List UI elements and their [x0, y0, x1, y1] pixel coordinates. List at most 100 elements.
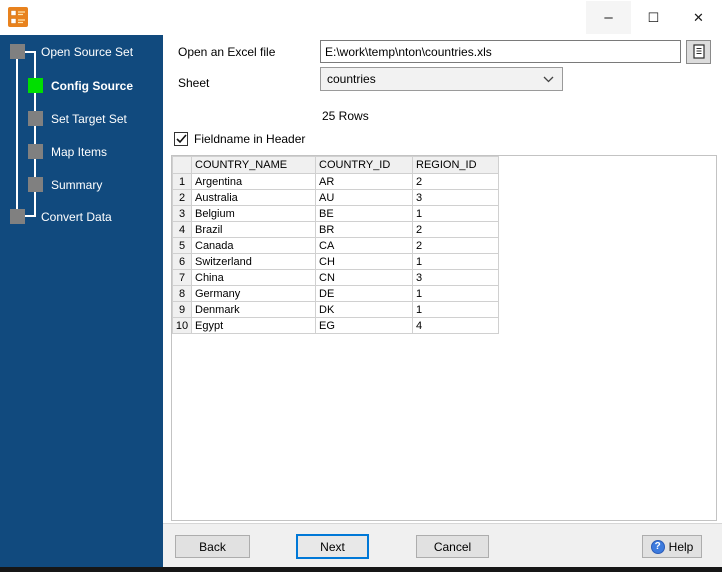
row-count-status: 25 Rows [322, 109, 369, 123]
cell-country-name[interactable]: Argentina [191, 173, 316, 190]
row-number: 8 [172, 285, 192, 302]
cell-region-id[interactable]: 1 [412, 285, 499, 302]
step-marker-square [28, 144, 43, 159]
maximize-button[interactable]: ☐ [631, 1, 676, 34]
step-marker-square [10, 44, 25, 59]
sidebar-step-summary[interactable]: Summary [28, 177, 102, 192]
row-number: 7 [172, 269, 192, 286]
cell-region-id[interactable]: 2 [412, 221, 499, 238]
excel-file-path-input[interactable] [320, 40, 681, 63]
sheet-select[interactable]: countries [320, 67, 563, 91]
table-row[interactable]: 9 Denmark DK 1 [172, 301, 499, 318]
table-row[interactable]: 5 Canada CA 2 [172, 237, 499, 254]
step-label: Map Items [51, 144, 108, 159]
cell-region-id[interactable]: 2 [412, 173, 499, 190]
step-label: Summary [51, 177, 103, 192]
cell-country-name[interactable]: Switzerland [191, 253, 316, 270]
row-number: 2 [172, 189, 192, 206]
step-label: Convert Data [41, 209, 112, 224]
cell-country-name[interactable]: Denmark [191, 301, 316, 318]
cell-country-id[interactable]: EG [315, 317, 413, 334]
cell-country-id[interactable]: AU [315, 189, 413, 206]
cell-country-id[interactable]: DK [315, 301, 413, 318]
help-question-icon: ? [650, 539, 665, 554]
cell-country-id[interactable]: CH [315, 253, 413, 270]
table-row[interactable]: 4 Brazil BR 2 [172, 221, 499, 238]
cell-country-id[interactable]: BR [315, 221, 413, 238]
cell-country-id[interactable]: DE [315, 285, 413, 302]
close-button[interactable]: ✕ [676, 1, 721, 34]
cell-country-name[interactable]: Egypt [191, 317, 316, 334]
window-bottom-edge [0, 567, 722, 572]
table-row[interactable]: 2 Australia AU 3 [172, 189, 499, 206]
cancel-button[interactable]: Cancel [416, 535, 489, 558]
cell-region-id[interactable]: 3 [412, 269, 499, 286]
cell-country-name[interactable]: Brazil [191, 221, 316, 238]
table-row[interactable]: 6 Switzerland CH 1 [172, 253, 499, 270]
fieldname-in-header-option[interactable]: Fieldname in Header [174, 132, 305, 146]
sheet-label: Sheet [178, 76, 210, 90]
grid-corner-cell [172, 156, 192, 174]
cell-region-id[interactable]: 4 [412, 317, 499, 334]
next-button[interactable]: Next [296, 534, 369, 559]
step-marker-square [28, 177, 43, 192]
connector-line [34, 52, 36, 217]
cell-region-id[interactable]: 1 [412, 205, 499, 222]
column-header-region-id[interactable]: REGION_ID [412, 156, 499, 174]
window-controls: – ☐ ✕ [586, 1, 721, 34]
table-row[interactable]: 1 Argentina AR 2 [172, 173, 499, 190]
row-number: 4 [172, 221, 192, 238]
step-label: Open Source Set [41, 44, 134, 59]
table-row[interactable]: 7 China CN 3 [172, 269, 499, 286]
sidebar-step-open-source-set[interactable]: Open Source Set [10, 44, 133, 59]
cell-country-name[interactable]: Belgium [191, 205, 316, 222]
table-row[interactable]: 10 Egypt EG 4 [172, 317, 499, 334]
header-row: COUNTRY_NAME COUNTRY_ID REGION_ID [172, 156, 499, 174]
table-row[interactable]: 8 Germany DE 1 [172, 285, 499, 302]
sidebar-step-convert-data[interactable]: Convert Data [10, 209, 112, 224]
cell-country-id[interactable]: BE [315, 205, 413, 222]
cell-country-id[interactable]: CN [315, 269, 413, 286]
cell-country-name[interactable]: China [191, 269, 316, 286]
sidebar-step-set-target-set[interactable]: Set Target Set [28, 111, 127, 126]
cell-region-id[interactable]: 2 [412, 237, 499, 254]
wizard-sidebar: Open Source Set Config Source Set Target… [0, 35, 163, 567]
cell-country-name[interactable]: Germany [191, 285, 316, 302]
row-number: 3 [172, 205, 192, 222]
step-marker-square [10, 209, 25, 224]
data-preview-grid[interactable]: COUNTRY_NAME COUNTRY_ID REGION_ID 1 Arge… [171, 155, 717, 521]
fieldname-in-header-label: Fieldname in Header [194, 132, 306, 146]
cell-country-name[interactable]: Canada [191, 237, 316, 254]
help-button[interactable]: ? Help [642, 535, 702, 558]
app-icon [8, 7, 28, 27]
sidebar-step-config-source[interactable]: Config Source [28, 78, 133, 93]
data-table: COUNTRY_NAME COUNTRY_ID REGION_ID 1 Arge… [172, 156, 499, 334]
row-number: 6 [172, 253, 192, 270]
cell-country-id[interactable]: CA [315, 237, 413, 254]
chevron-down-icon [543, 76, 554, 82]
cell-country-name[interactable]: Australia [191, 189, 316, 206]
step-label: Config Source [51, 78, 134, 93]
column-header-country-name[interactable]: COUNTRY_NAME [191, 156, 316, 174]
open-excel-file-label: Open an Excel file [178, 45, 276, 59]
table-row[interactable]: 3 Belgium BE 1 [172, 205, 499, 222]
sheet-selected-value: countries [327, 72, 376, 86]
sidebar-step-map-items[interactable]: Map Items [28, 144, 107, 159]
column-header-country-id[interactable]: COUNTRY_ID [315, 156, 413, 174]
cell-country-id[interactable]: AR [315, 173, 413, 190]
row-number: 1 [172, 173, 192, 190]
back-button[interactable]: Back [175, 535, 250, 558]
checked-checkbox-icon[interactable] [174, 132, 188, 146]
cell-region-id[interactable]: 1 [412, 253, 499, 270]
row-number: 9 [172, 301, 192, 318]
active-step-marker-square [28, 78, 43, 93]
row-number: 10 [172, 317, 192, 334]
titlebar: – ☐ ✕ [0, 0, 722, 35]
help-label: Help [668, 539, 694, 554]
cell-region-id[interactable]: 3 [412, 189, 499, 206]
row-number: 5 [172, 237, 192, 254]
cell-region-id[interactable]: 1 [412, 301, 499, 318]
connector-line [16, 59, 18, 209]
browse-file-button[interactable] [686, 40, 711, 64]
minimize-button[interactable]: – [586, 1, 631, 34]
